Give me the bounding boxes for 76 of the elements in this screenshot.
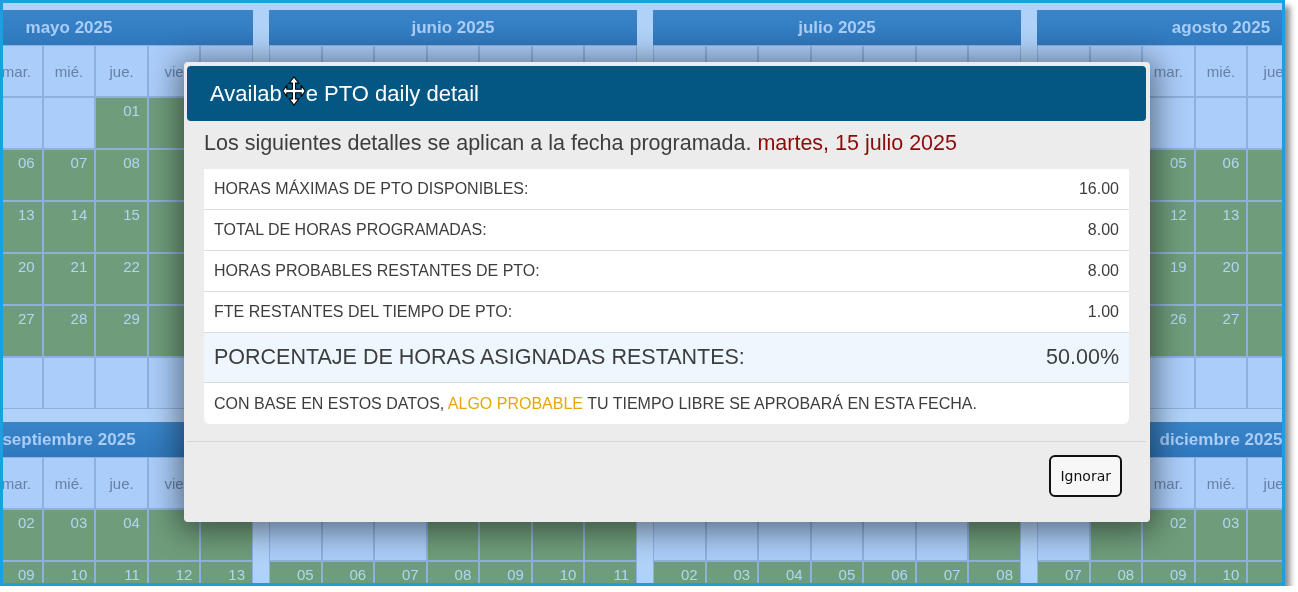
day-cell[interactable]: 09 [1142,561,1195,583]
day-cell[interactable]: 05 [269,561,322,583]
row-value: 50.00% [1046,345,1119,370]
move-cursor-icon [281,75,306,106]
weekday-header: mié. [42,457,96,509]
day-cell[interactable]: 09 [479,561,532,583]
day-cell[interactable]: 08 [968,561,1021,583]
day-cell[interactable]: 07 [374,561,427,583]
row-label: HORAS MÁXIMAS DE PTO DISPONIBLES: [214,180,529,198]
weekday-header: mar. [3,457,43,509]
day-cell[interactable]: 06 [321,561,375,583]
dialog-subtitle: Los siguientes detalles se aplican a la fecha programada. martes, 15 julio 2025 [204,130,958,157]
dialog-title: Availab [210,80,282,107]
weekday-header: jue [1247,457,1282,509]
day-cell[interactable]: 13 [200,561,253,583]
day-cell[interactable]: 08 [1089,561,1143,583]
dialog-title: e PTO daily detail [305,80,479,107]
day-cell[interactable]: 04 [758,561,811,583]
day-cell[interactable]: 04 [95,509,148,561]
weekday-header: mié. [1194,45,1248,97]
row-label: FTE RESTANTES DEL TIEMPO DE PTO: [214,303,513,321]
month-header: julio 2025 [653,10,1021,45]
row-value: 16.00 [1078,180,1119,198]
day-cell[interactable]: 05 [810,561,864,583]
day-cell[interactable]: 13 [1194,201,1248,253]
day-cell[interactable]: 10 [1194,561,1248,583]
day-cell[interactable]: 10 [531,561,585,583]
day-cell[interactable]: 06 [1194,149,1248,201]
day-cell[interactable]: 08 [426,561,480,583]
day-cell[interactable]: 12 [147,561,201,583]
day-cell[interactable]: 14 [42,201,96,253]
day-cell[interactable]: 02 [653,561,706,583]
day-cell[interactable]: 20 [3,253,43,305]
day-cell[interactable]: 09 [3,561,43,583]
row-value: 8.00 [1087,221,1119,239]
weekday-header: mar. [3,45,43,97]
day-cell[interactable]: 28 [42,305,96,357]
day-cell[interactable]: 07 [42,149,96,201]
dialog-header[interactable]: Availab e PTO daily detail [187,66,1146,121]
day-cell[interactable]: 15 [95,201,148,253]
day-cell[interactable]: 13 [3,201,43,253]
day-cell[interactable]: 07 [915,561,969,583]
day-cell[interactable]: 11 [95,561,148,583]
row-label: HORAS PROBABLES RESTANTES DE PTO: [214,262,540,280]
ignore-button[interactable]: Ignorar [1049,455,1122,497]
day-cell[interactable]: 11 [584,561,637,583]
month-header: mayo 2025 [3,10,253,45]
day-cell[interactable]: 10 [42,561,96,583]
month-header: junio 2025 [269,10,637,45]
day-cell[interactable]: 03 [42,509,96,561]
day-cell[interactable]: 06 [863,561,916,583]
day-cell[interactable]: 07 [1037,561,1090,583]
day-cell[interactable]: 03 [705,561,759,583]
day-cell[interactable]: 03 [1194,509,1248,561]
day-cell[interactable]: 27 [3,305,43,357]
row-label: TOTAL DE HORAS PROGRAMADAS: [214,221,487,239]
day-cell[interactable]: 22 [95,253,148,305]
day-cell[interactable]: 01 [95,97,148,149]
weekday-header: mié. [42,45,96,97]
day-cell[interactable]: 08 [95,149,148,201]
day-cell[interactable]: 27 [1194,305,1248,357]
day-cell[interactable]: 02 [1142,509,1195,561]
day-cell[interactable]: 06 [3,149,43,201]
approval-note: CON BASE EN ESTOS DATOS, ALGO PROBABLE TU TIEMPO LIBRE SE APROBARÁ EN ESTA FECHA. [214,394,977,413]
weekday-header: jue. [95,45,148,97]
day-cell[interactable]: 29 [95,305,148,357]
row-label: PORCENTAJE DE HORAS ASIGNADAS RESTANTES: [214,345,745,370]
row-value: 1.00 [1087,303,1119,321]
weekday-header: mié. [1194,457,1248,509]
month-header: agosto 2025 [1037,10,1282,45]
weekday-header: jue. [95,457,148,509]
row-value: 8.00 [1087,262,1119,280]
day-cell[interactable]: 02 [3,509,43,561]
day-cell[interactable]: 20 [1194,253,1248,305]
day-cell[interactable]: 21 [42,253,96,305]
weekday-header: jue [1247,45,1282,97]
